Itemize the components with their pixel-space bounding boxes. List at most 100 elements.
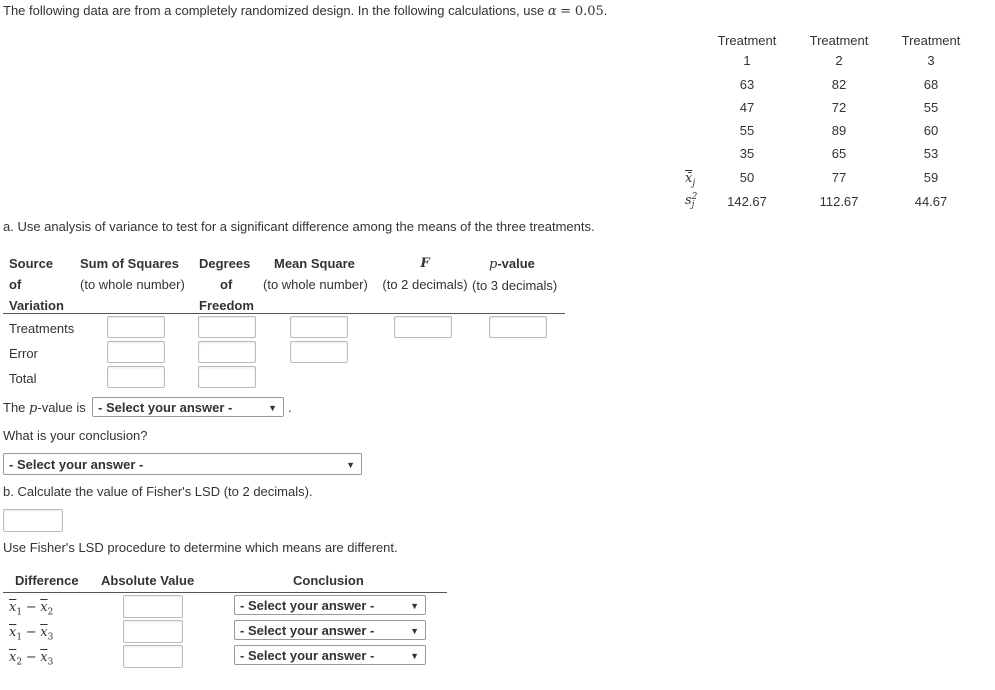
- conclusion-select[interactable]: - Select your answer - ▼: [3, 453, 362, 475]
- difference-label: x2 − x3: [9, 649, 53, 668]
- absolute-value-input[interactable]: [123, 620, 183, 643]
- subscript: 2: [16, 657, 23, 668]
- header-p: p-value (to 3 decimals): [472, 253, 557, 296]
- treatment-2-header: Treatment 2: [797, 33, 881, 68]
- header-text: Mean Square: [274, 256, 355, 271]
- xbar-symbol: x: [40, 600, 48, 615]
- df-error-input[interactable]: [198, 341, 256, 363]
- header-text: -value: [497, 256, 535, 271]
- data-cell: 47: [739, 100, 755, 115]
- mean-cell: 50: [739, 170, 755, 185]
- header-line2: 1: [743, 53, 751, 68]
- data-cell: 60: [923, 123, 939, 138]
- absolute-value-input[interactable]: [123, 595, 183, 618]
- subscript: 2: [47, 607, 54, 618]
- variance-cell: 44.67: [914, 194, 948, 209]
- pvalue-sentence: The p-value is: [3, 400, 86, 416]
- dropdown-arrow-icon: ▼: [346, 460, 355, 470]
- header-absolute-value: Absolute Value: [101, 573, 195, 588]
- header-line2: 3: [927, 53, 935, 68]
- conclusion-select[interactable]: - Select your answer - ▼: [234, 645, 426, 665]
- row-label-treatments: Treatments: [9, 321, 75, 336]
- conclusion-question: What is your conclusion?: [3, 428, 148, 443]
- header-text: (to whole number): [263, 277, 368, 292]
- ss-total-input[interactable]: [107, 366, 165, 388]
- xbar-symbol: x: [40, 625, 48, 640]
- absolute-value-input[interactable]: [123, 645, 183, 668]
- dropdown-arrow-icon: ▼: [410, 651, 419, 661]
- text: -value is: [37, 400, 86, 415]
- dropdown-arrow-icon: ▼: [410, 601, 419, 611]
- data-cell: 63: [739, 77, 755, 92]
- part-b-prompt: b. Calculate the value of Fisher's LSD (…: [3, 484, 313, 499]
- minus-sign: −: [25, 600, 37, 615]
- header-conclusion: Conclusion: [293, 573, 364, 588]
- header-text: Sum of Squares: [80, 256, 179, 271]
- ms-error-input[interactable]: [290, 341, 348, 363]
- subscript: 1: [16, 607, 23, 618]
- pvalue-treatments-input[interactable]: [489, 316, 547, 338]
- select-label: - Select your answer -: [240, 623, 375, 638]
- lsd-instruction: Use Fisher's LSD procedure to determine …: [3, 540, 398, 555]
- header-source: Source of Variation: [9, 253, 64, 316]
- minus-sign: −: [25, 625, 37, 640]
- conclusion-select[interactable]: - Select your answer - ▼: [234, 595, 426, 615]
- select-label: - Select your answer -: [240, 648, 375, 663]
- difference-label: x1 − x3: [9, 624, 53, 643]
- dropdown-arrow-icon: ▼: [268, 403, 277, 413]
- s-symbol: s: [685, 193, 692, 208]
- header-line1: Treatment: [717, 33, 777, 48]
- header-text: of: [9, 277, 22, 292]
- f-treatments-input[interactable]: [394, 316, 452, 338]
- mean-cell: 59: [923, 170, 939, 185]
- subscript: 3: [47, 632, 54, 643]
- subscript: 1: [16, 632, 23, 643]
- header-text: Degrees: [199, 256, 251, 271]
- header-f: F (to 2 decimals): [378, 253, 472, 295]
- header-ms: Mean Square (to whole number): [263, 253, 368, 295]
- data-cell: 65: [831, 146, 847, 161]
- header-difference: Difference: [15, 573, 79, 588]
- header-text: of: [220, 277, 233, 292]
- data-cell: 53: [923, 146, 939, 161]
- ss-treatments-input[interactable]: [107, 316, 165, 338]
- mean-cell: 77: [831, 170, 847, 185]
- header-text: Source: [9, 256, 54, 271]
- conclusion-select[interactable]: - Select your answer - ▼: [234, 620, 426, 640]
- select-label: - Select your answer -: [240, 598, 375, 613]
- difference-label: x1 − x2: [9, 599, 53, 618]
- intro-sentence: The following data are from a completely…: [3, 3, 545, 18]
- df-total-input[interactable]: [198, 366, 256, 388]
- ms-treatments-input[interactable]: [290, 316, 348, 338]
- treatment-1-header: Treatment 1: [705, 33, 789, 68]
- subscript: j: [691, 199, 695, 210]
- intro-text: The following data are from a completely…: [3, 3, 607, 19]
- ss-error-input[interactable]: [107, 341, 165, 363]
- header-text: (to 2 decimals): [382, 277, 468, 292]
- header-text: (to 3 decimals): [472, 278, 558, 293]
- row-label-error: Error: [9, 346, 38, 361]
- header-line1: Treatment: [809, 33, 869, 48]
- data-cell: 89: [831, 123, 847, 138]
- select-label: - Select your answer -: [98, 400, 233, 415]
- mean-label: x̄j: [685, 170, 695, 189]
- data-cell: 72: [831, 100, 847, 115]
- text: The: [3, 400, 26, 415]
- alpha-symbol: α: [547, 4, 557, 19]
- table-divider: [3, 313, 565, 314]
- alpha-value: 0.05: [574, 4, 604, 19]
- data-cell: 55: [739, 123, 755, 138]
- df-treatments-input[interactable]: [198, 316, 256, 338]
- minus-sign: −: [25, 650, 37, 665]
- pvalue-select[interactable]: - Select your answer - ▼: [92, 397, 284, 417]
- header-line2: 2: [835, 53, 843, 68]
- header-df: Degrees of Freedom: [199, 253, 254, 316]
- data-cell: 55: [923, 100, 939, 115]
- header-line1: Treatment: [901, 33, 961, 48]
- lsd-input[interactable]: [3, 509, 63, 532]
- variance-cell: 112.67: [819, 194, 859, 209]
- data-cell: 35: [739, 146, 755, 161]
- header-text: (to whole number): [80, 277, 185, 292]
- table-divider: [3, 592, 447, 593]
- part-a-prompt: a. Use analysis of variance to test for …: [3, 219, 595, 234]
